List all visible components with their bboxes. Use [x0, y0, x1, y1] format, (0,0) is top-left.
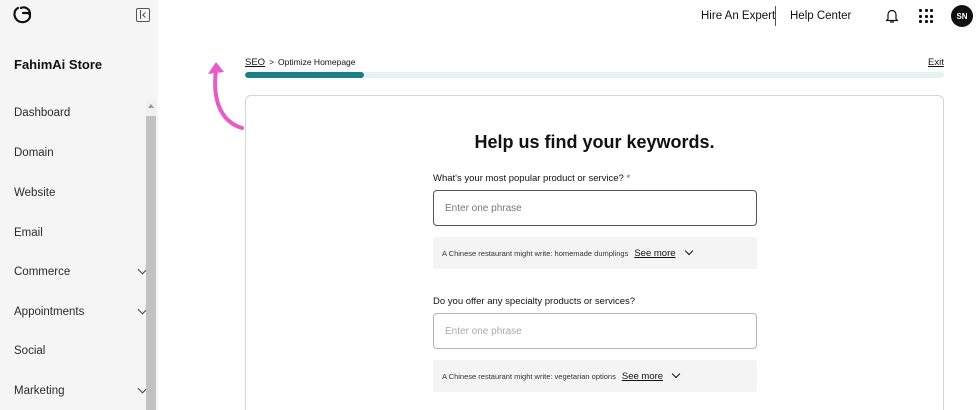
sidebar-item-label: Domain — [14, 147, 54, 159]
help-center-link[interactable]: Help Center — [790, 10, 851, 22]
sidebar-item-email[interactable]: Email — [0, 214, 146, 252]
see-more-link[interactable]: See more — [634, 248, 675, 259]
sidebar-item-domain[interactable]: Domain — [0, 134, 146, 172]
hire-expert-link[interactable]: Hire An Expert — [701, 10, 775, 22]
annotation-arrow-icon — [208, 62, 244, 130]
hint-box: A Chinese restaurant might write: homema… — [433, 237, 757, 269]
breadcrumb-current: Optimize Homepage — [278, 57, 356, 67]
popular-product-input[interactable] — [433, 190, 757, 226]
sidebar-item-appointments[interactable]: Appointments — [0, 293, 148, 331]
breadcrumb: SEO > Optimize Homepage — [245, 57, 356, 68]
logo-icon[interactable] — [12, 4, 34, 26]
exit-link[interactable]: Exit — [928, 57, 944, 68]
app-window: FahimAi Store Dashboard Domain Website E… — [0, 0, 980, 410]
sidebar-scrollbar-thumb[interactable] — [146, 116, 156, 410]
sidebar-item-label: Dashboard — [14, 107, 71, 119]
hint-box: A Chinese restaurant might write: vegeta… — [433, 360, 757, 392]
sidebar-item-label: Website — [14, 187, 56, 199]
specialty-product-input[interactable] — [433, 313, 757, 349]
keywords-card: Help us find your keywords. What's your … — [245, 95, 944, 410]
progress-bar — [245, 72, 944, 78]
hint-text: A Chinese restaurant might write: homema… — [442, 248, 629, 258]
chevron-down-icon[interactable] — [671, 369, 681, 379]
progress-bar-fill — [245, 72, 364, 78]
question-label: What's your most popular product or serv… — [433, 173, 630, 184]
sidebar-item-label: Appointments — [14, 306, 85, 318]
see-more-link[interactable]: See more — [622, 371, 663, 382]
sidebar-item-commerce[interactable]: Commerce — [0, 253, 148, 291]
question-label: Do you offer any specialty products or s… — [433, 296, 635, 307]
sidebar-item-dashboard[interactable]: Dashboard — [0, 94, 146, 132]
collapse-sidebar-icon[interactable] — [136, 8, 150, 22]
page-title: Help us find your keywords. — [474, 132, 715, 152]
avatar[interactable]: SN — [951, 5, 973, 27]
breadcrumb-seo-link[interactable]: SEO — [245, 57, 265, 68]
sidebar-item-label: Email — [14, 227, 43, 239]
hint-text: A Chinese restaurant might write: vegeta… — [442, 371, 616, 381]
breadcrumb-separator: > — [269, 57, 275, 67]
question-text: What's your most popular product or serv… — [433, 173, 624, 184]
header-divider — [775, 6, 776, 26]
question-text: Do you offer any specialty products or s… — [433, 296, 636, 307]
sidebar-item-social[interactable]: Social — [0, 332, 146, 370]
sidebar: FahimAi Store Dashboard Domain Website E… — [0, 0, 158, 410]
chevron-down-icon[interactable] — [684, 246, 693, 256]
sidebar-item-marketing[interactable]: Marketing — [0, 372, 148, 410]
scroll-up-arrow-icon[interactable] — [148, 104, 154, 108]
top-bar: Hire An Expert Help Center SN — [158, 0, 980, 34]
bell-icon[interactable] — [885, 8, 899, 24]
sidebar-item-website[interactable]: Website — [0, 174, 146, 212]
sidebar-item-label: Social — [14, 345, 46, 357]
store-name: FahimAi Store — [14, 57, 103, 72]
sidebar-item-label: Commerce — [14, 266, 71, 278]
sidebar-item-label: Marketing — [14, 385, 65, 397]
required-marker: * — [626, 173, 631, 184]
apps-grid-icon[interactable] — [919, 9, 933, 23]
